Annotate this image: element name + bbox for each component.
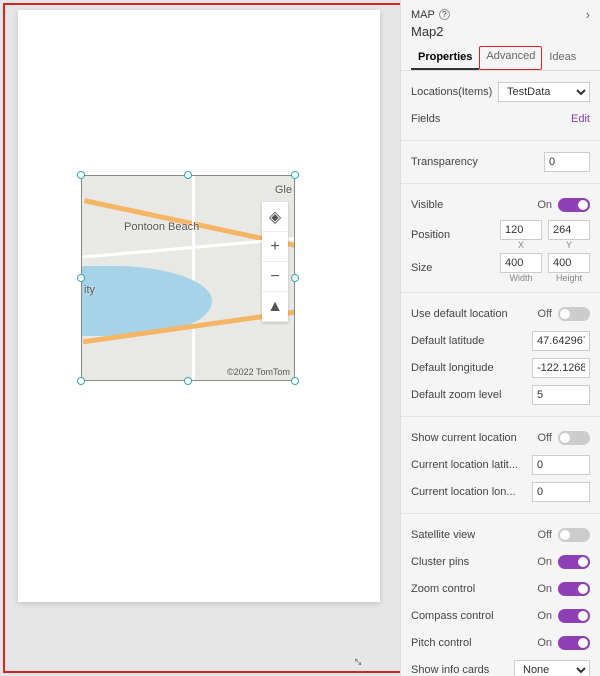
show-current-label: Show current location (411, 432, 538, 444)
cur-lat-input[interactable] (532, 455, 590, 475)
info-select[interactable]: None (514, 660, 590, 676)
compass-icon[interactable]: ◈ (262, 202, 288, 232)
zoom-toggle[interactable] (558, 582, 590, 596)
position-label: Position (411, 229, 500, 241)
transparency-input[interactable] (544, 152, 590, 172)
pitch-label: Pitch control (411, 637, 537, 649)
control-name[interactable]: Map2 (411, 24, 590, 39)
cluster-toggle[interactable] (558, 555, 590, 569)
zoom-out-icon[interactable]: − (262, 262, 288, 292)
help-icon[interactable]: ? (439, 9, 450, 20)
tab-advanced[interactable]: Advanced (479, 46, 542, 70)
zoom-label: Zoom control (411, 583, 537, 595)
compass-label: Compass control (411, 610, 537, 622)
position-x-input[interactable] (500, 220, 542, 240)
position-y-input[interactable] (548, 220, 590, 240)
size-w-input[interactable] (500, 253, 542, 273)
edit-fields-link[interactable]: Edit (571, 113, 590, 125)
def-lon-label: Default longitude (411, 362, 532, 374)
properties-panel: MAP ? › Map2 Properties Advanced Ideas L… (400, 0, 600, 676)
cur-lon-label: Current location lon... (411, 486, 532, 498)
map-control-selection[interactable]: Pontoon Beach Gle ity ◈ + − ▲ ©2022 TomT… (81, 175, 295, 381)
pitch-toggle[interactable] (558, 636, 590, 650)
show-current-toggle[interactable] (558, 431, 590, 445)
map-label: Gle (275, 184, 292, 196)
visible-label: Visible (411, 199, 537, 211)
sat-label: Satellite view (411, 529, 538, 541)
def-zoom-label: Default zoom level (411, 389, 532, 401)
cur-lat-label: Current location latit... (411, 459, 532, 471)
locations-label: Locations(Items) (411, 86, 498, 98)
fields-label: Fields (411, 113, 571, 125)
size-label: Size (411, 262, 500, 274)
cur-lon-input[interactable] (532, 482, 590, 502)
def-lon-input[interactable] (532, 358, 590, 378)
locations-select[interactable]: TestData (498, 82, 590, 102)
map-label: ity (84, 284, 95, 296)
info-label: Show info cards (411, 664, 514, 676)
tab-ideas[interactable]: Ideas (542, 46, 583, 70)
zoom-in-icon[interactable]: + (262, 232, 288, 262)
canvas-area[interactable]: Pontoon Beach Gle ity ◈ + − ▲ ©2022 TomT… (18, 10, 380, 602)
pitch-icon[interactable]: ▲ (262, 292, 288, 322)
tab-properties[interactable]: Properties (411, 46, 479, 70)
def-lat-label: Default latitude (411, 335, 532, 347)
map-label: Pontoon Beach (124, 221, 199, 233)
visible-toggle[interactable] (558, 198, 590, 212)
control-type: MAP (411, 9, 435, 21)
compass-toggle[interactable] (558, 609, 590, 623)
def-lat-input[interactable] (532, 331, 590, 351)
def-zoom-input[interactable] (532, 385, 590, 405)
use-default-toggle[interactable] (558, 307, 590, 321)
transparency-label: Transparency (411, 156, 544, 168)
map-surface[interactable]: Pontoon Beach Gle ity ◈ + − ▲ ©2022 TomT… (82, 176, 294, 380)
map-controls: ◈ + − ▲ (262, 202, 288, 322)
cluster-label: Cluster pins (411, 556, 537, 568)
size-h-input[interactable] (548, 253, 590, 273)
sat-toggle[interactable] (558, 528, 590, 542)
map-attribution: ©2022 TomTom (227, 367, 290, 377)
use-default-label: Use default location (411, 308, 538, 320)
chevron-right-icon[interactable]: › (586, 7, 590, 22)
